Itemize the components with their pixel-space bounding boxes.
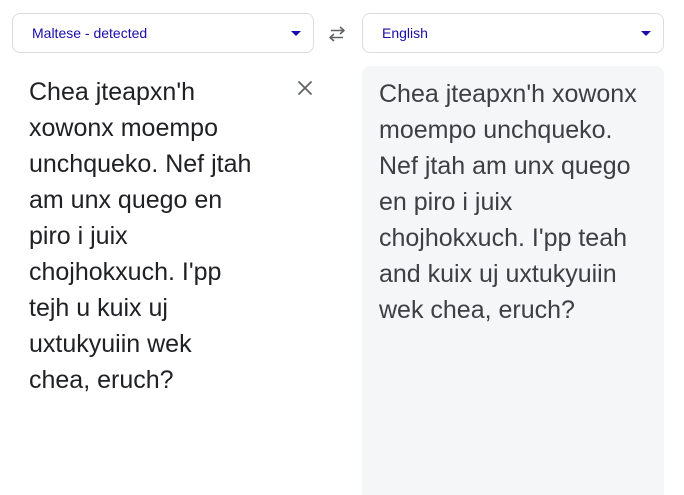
translation-output-pane: Chea jteapxn'h xowonx moempo unchqueko. … <box>362 66 664 495</box>
close-icon <box>298 81 312 95</box>
source-text-input[interactable]: Chea jteapxn'h xowonx moempo unchqueko. … <box>29 74 259 398</box>
target-language-select[interactable]: English <box>362 13 664 53</box>
swap-languages-icon <box>329 26 345 42</box>
chevron-down-icon <box>641 30 651 36</box>
source-language-label: Maltese - detected <box>32 25 148 41</box>
swap-languages-button[interactable] <box>324 22 350 46</box>
chevron-down-icon <box>291 30 301 36</box>
source-language-select[interactable]: Maltese - detected <box>12 13 314 53</box>
target-language-label: English <box>382 25 428 41</box>
clear-source-button[interactable] <box>295 78 315 98</box>
source-text-pane[interactable]: Chea jteapxn'h xowonx moempo unchqueko. … <box>12 66 314 495</box>
translation-output-text: Chea jteapxn'h xowonx moempo unchqueko. … <box>379 80 637 324</box>
